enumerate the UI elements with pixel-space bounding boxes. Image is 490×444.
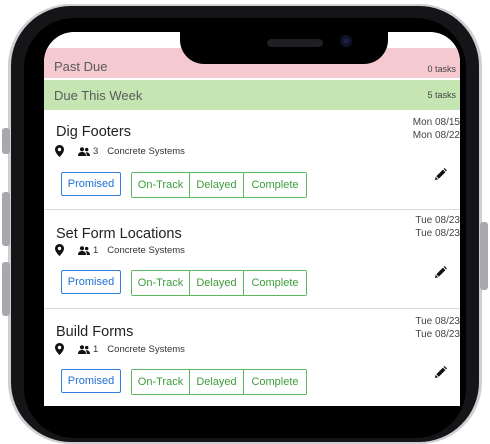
pencil-icon[interactable] (435, 168, 447, 180)
section-title: Past Due (54, 59, 108, 74)
users-icon (78, 245, 90, 255)
map-marker-icon (55, 145, 64, 157)
task-status-buttons: Promised On-Track Delayed Complete (61, 369, 307, 395)
task-name[interactable]: Build Forms (56, 324, 133, 340)
task-card: Dig Footers Mon 08/15 Mon 08/22 3 Concre… (44, 112, 460, 210)
task-dates: Mon 08/15 Mon 08/22 (413, 116, 460, 142)
task-dates: Tue 08/23 Tue 08/23 (415, 214, 460, 240)
complete-button[interactable]: Complete (244, 370, 306, 394)
pencil-icon[interactable] (435, 366, 447, 378)
section-task-count: 0 tasks (427, 64, 456, 74)
section-title: Due This Week (54, 87, 143, 103)
task-meta: 1 Concrete Systems (55, 343, 185, 355)
company-name: Concrete Systems (107, 343, 185, 355)
on-track-button[interactable]: On-Track (132, 173, 190, 197)
phone-screen: Past Due 0 tasks Due This Week 5 tasks D… (44, 32, 460, 406)
promised-button[interactable]: Promised (61, 172, 121, 196)
phone-mute-switch (2, 128, 10, 154)
task-start-date: Mon 08/15 (412, 117, 460, 128)
speaker-grille (267, 39, 323, 47)
task-meta: 1 Concrete Systems (55, 244, 185, 256)
task-card: Build Forms Tue 08/23 Tue 08/23 1 Concre… (44, 309, 460, 406)
pencil-icon[interactable] (435, 266, 447, 278)
delayed-button[interactable]: Delayed (190, 271, 244, 295)
status-button-group: On-Track Delayed Complete (131, 172, 307, 198)
users-icon (78, 344, 90, 354)
crew-count: 1 (93, 343, 99, 355)
task-meta: 3 Concrete Systems (55, 145, 185, 157)
phone-volume-up-button (2, 192, 10, 246)
task-end-date: Mon 08/22 (412, 130, 460, 141)
complete-button[interactable]: Complete (244, 271, 306, 295)
task-end-date: Tue 08/23 (415, 228, 460, 239)
task-start-date: Tue 08/23 (415, 316, 460, 327)
task-card: Set Form Locations Tue 08/23 Tue 08/23 1… (44, 210, 460, 309)
phone-notch (180, 32, 388, 64)
task-start-date: Tue 08/23 (415, 215, 460, 226)
complete-button[interactable]: Complete (244, 173, 306, 197)
company-name: Concrete Systems (107, 145, 185, 157)
task-name[interactable]: Dig Footers (56, 124, 131, 140)
promised-button[interactable]: Promised (61, 270, 121, 294)
delayed-button[interactable]: Delayed (190, 173, 244, 197)
crew-count: 1 (93, 244, 99, 256)
on-track-button[interactable]: On-Track (132, 370, 190, 394)
status-button-group: On-Track Delayed Complete (131, 270, 307, 296)
task-status-buttons: Promised On-Track Delayed Complete (61, 172, 307, 198)
delayed-button[interactable]: Delayed (190, 370, 244, 394)
on-track-button[interactable]: On-Track (132, 271, 190, 295)
front-camera (340, 35, 352, 47)
phone-power-button (480, 222, 488, 290)
map-marker-icon (55, 244, 64, 256)
map-marker-icon (55, 343, 64, 355)
status-button-group: On-Track Delayed Complete (131, 369, 307, 395)
users-icon (78, 146, 90, 156)
section-due-this-week[interactable]: Due This Week 5 tasks (44, 80, 460, 110)
crew-count: 3 (93, 145, 99, 157)
task-dates: Tue 08/23 Tue 08/23 (415, 315, 460, 341)
task-end-date: Tue 08/23 (415, 329, 460, 340)
promised-button[interactable]: Promised (61, 369, 121, 393)
phone-volume-down-button (2, 262, 10, 316)
company-name: Concrete Systems (107, 244, 185, 256)
task-status-buttons: Promised On-Track Delayed Complete (61, 270, 307, 296)
task-name[interactable]: Set Form Locations (56, 226, 182, 242)
section-task-count: 5 tasks (427, 90, 456, 100)
